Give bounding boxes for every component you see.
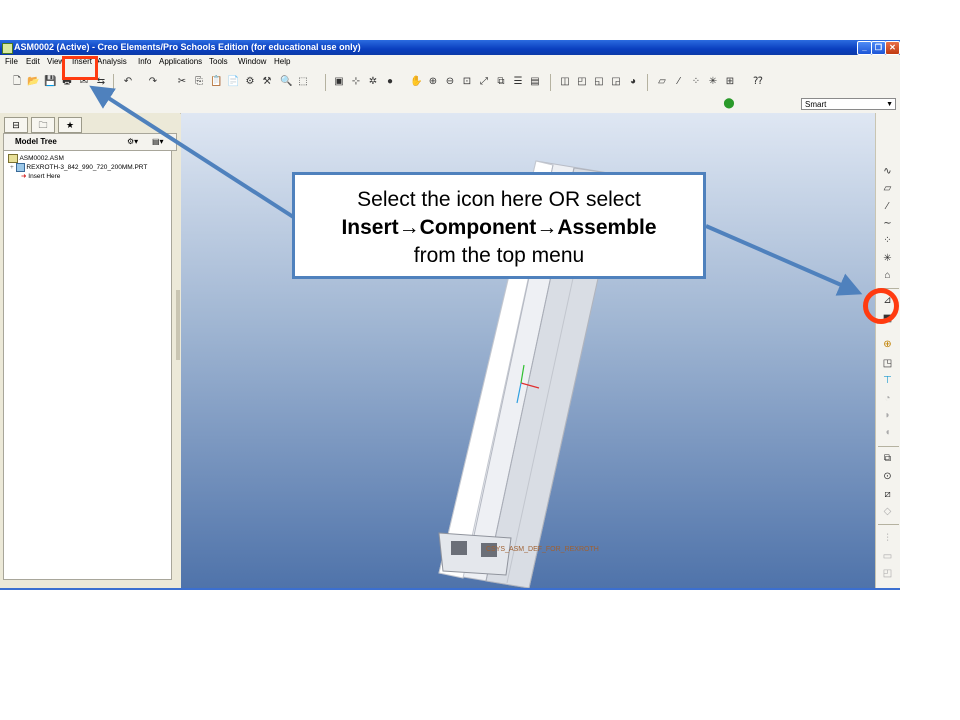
assemble-icon-highlight (863, 288, 899, 324)
instruction-callout: Select the icon here OR select Insert→Co… (292, 172, 706, 279)
callout-line-2: Insert→Component→Assemble (341, 216, 657, 239)
arrow-to-insert-menu (89, 85, 300, 222)
insert-menu-highlight (62, 56, 98, 80)
arrow-to-assemble-icon (705, 224, 863, 296)
annotation-arrows (89, 85, 863, 296)
callout-line-3: from the top menu (413, 244, 585, 267)
callout-line-1: Select the icon here OR select (357, 188, 641, 211)
